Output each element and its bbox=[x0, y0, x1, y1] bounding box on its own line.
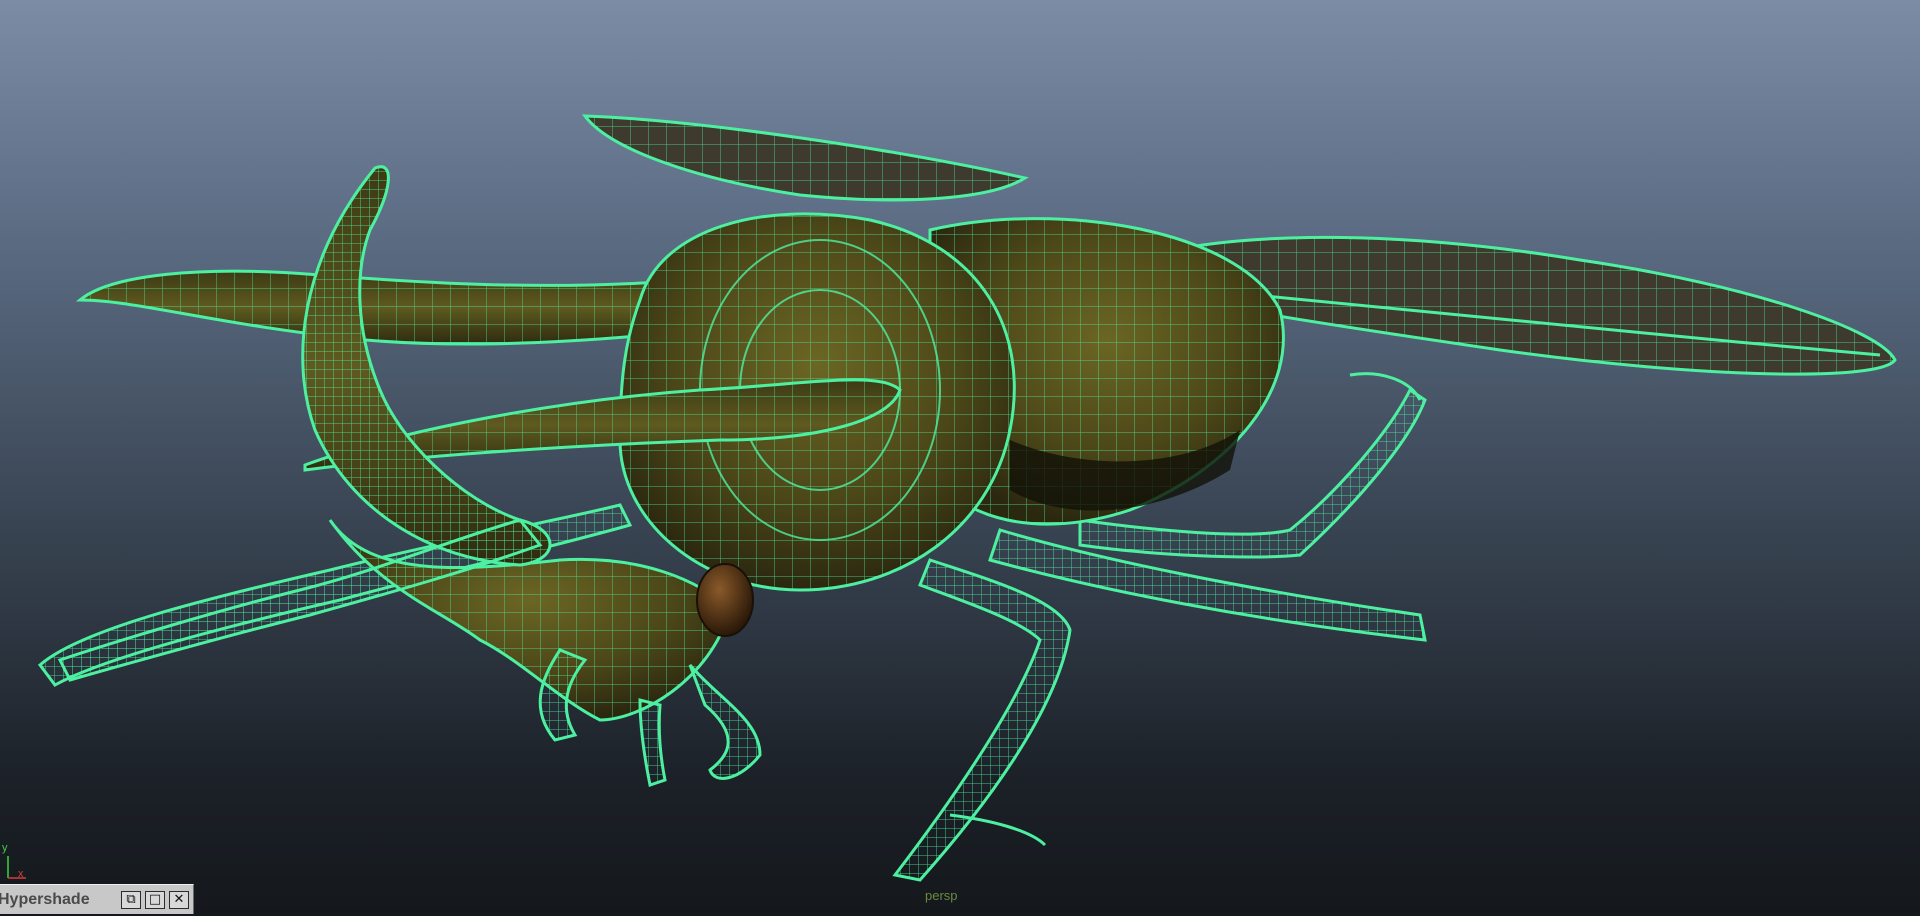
wing-upper bbox=[581, 114, 1029, 202]
leg-front-right bbox=[892, 558, 1072, 882]
hypershade-minimized-window[interactable]: Hypershade ⧉ □ ✕ bbox=[0, 884, 194, 914]
eye bbox=[696, 563, 754, 637]
axis-x-label: x bbox=[18, 868, 24, 880]
horn-back bbox=[75, 269, 702, 346]
restore-button[interactable]: ⧉ bbox=[121, 890, 141, 909]
horn-curved bbox=[301, 165, 552, 567]
maximize-button[interactable]: □ bbox=[145, 890, 165, 909]
perspective-viewport[interactable]: y x persp Hypershade ⧉ □ ✕ bbox=[0, 0, 1920, 916]
hypershade-title[interactable]: Hypershade bbox=[0, 891, 117, 909]
restore-icon: ⧉ bbox=[126, 892, 136, 907]
beetle-model[interactable] bbox=[0, 0, 1920, 916]
close-button[interactable]: ✕ bbox=[169, 890, 189, 909]
maximize-icon: □ bbox=[148, 892, 162, 907]
camera-label: persp bbox=[925, 888, 958, 903]
close-icon: ✕ bbox=[173, 892, 185, 907]
axis-indicator: y x bbox=[2, 842, 32, 882]
axis-y-label: y bbox=[2, 842, 8, 854]
